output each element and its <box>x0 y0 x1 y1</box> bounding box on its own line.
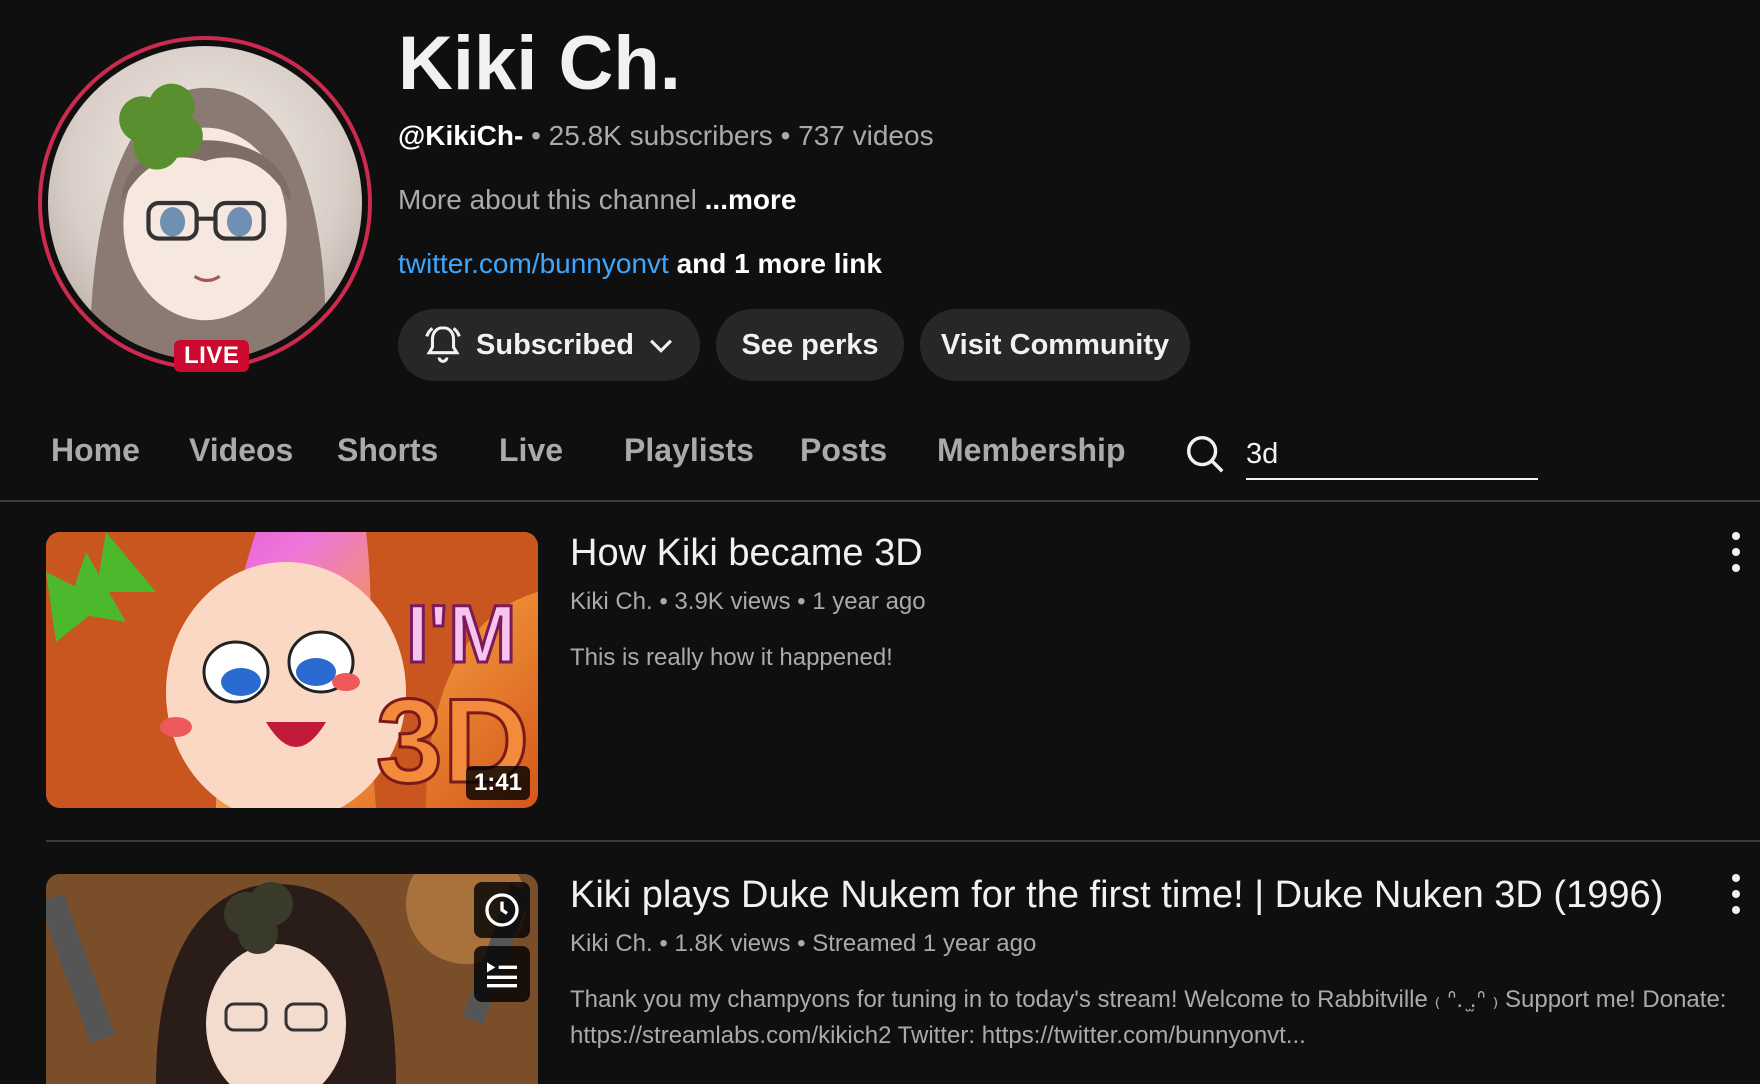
video-title[interactable]: How Kiki became 3D <box>570 532 923 575</box>
subscribed-label: Subscribed <box>476 328 634 361</box>
tab-playlists[interactable]: Playlists <box>624 432 754 469</box>
avatar-image <box>48 46 362 360</box>
video-item[interactable]: I'M 3D 1:41 How Kiki became 3D Kiki Ch. … <box>46 532 1760 842</box>
video-duration: 1:41 <box>465 766 530 800</box>
video-description: This is really how it happened! <box>570 644 893 671</box>
tab-posts[interactable]: Posts <box>800 432 887 469</box>
video-thumbnail[interactable] <box>46 874 538 1084</box>
about-text: More about this channel <box>398 184 705 215</box>
bell-icon <box>425 326 461 363</box>
see-perks-button[interactable]: See perks <box>716 309 904 381</box>
channel-meta: @KikiCh- • 25.8K subscribers • 737 video… <box>398 120 934 152</box>
watch-later-button[interactable] <box>474 882 530 938</box>
twitter-link[interactable]: twitter.com/bunnyonvt <box>398 248 669 279</box>
tab-home[interactable]: Home <box>51 432 140 469</box>
tab-videos[interactable]: Videos <box>189 432 293 469</box>
thumbnail-art: I'M 3D <box>46 532 538 808</box>
visit-community-button[interactable]: Visit Community <box>920 309 1190 381</box>
video-title[interactable]: Kiki plays Duke Nukem for the first time… <box>570 874 1663 917</box>
live-badge[interactable]: LIVE <box>174 340 250 372</box>
add-to-queue-button[interactable] <box>474 946 530 1002</box>
search-icon[interactable] <box>1182 431 1228 477</box>
queue-icon <box>487 962 517 988</box>
video-item[interactable]: Kiki plays Duke Nukem for the first time… <box>46 874 1760 1084</box>
video-thumbnail[interactable]: I'M 3D 1:41 <box>46 532 538 808</box>
video-description: Thank you my champyons for tuning in to … <box>570 986 1727 1049</box>
tab-membership[interactable]: Membership <box>937 432 1125 469</box>
subscribed-button[interactable]: Subscribed <box>398 309 700 381</box>
channel-stats: • 25.8K subscribers • 737 videos <box>523 120 934 151</box>
more-actions-icon[interactable] <box>1726 874 1746 914</box>
video-meta: Kiki Ch. • 3.9K views • 1 year ago <box>570 588 926 615</box>
tab-shorts[interactable]: Shorts <box>337 432 438 469</box>
channel-name: Kiki Ch. <box>398 21 681 106</box>
video-meta: Kiki Ch. • 1.8K views • Streamed 1 year … <box>570 930 1037 957</box>
more-links[interactable]: and 1 more link <box>669 248 882 279</box>
about-more-link[interactable]: ...more <box>705 184 797 215</box>
channel-handle: @KikiCh- <box>398 120 524 151</box>
thumbnail-art <box>46 874 538 1084</box>
chevron-down-icon <box>649 339 673 353</box>
channel-search-input[interactable] <box>1246 430 1538 480</box>
tab-live[interactable]: Live <box>499 432 563 469</box>
channel-avatar[interactable] <box>38 36 372 370</box>
thumb-text-im: I'M <box>406 589 517 680</box>
more-actions-icon[interactable] <box>1726 532 1746 572</box>
channel-about[interactable]: More about this channel ...more <box>398 184 796 216</box>
avatar-illustration <box>89 83 326 360</box>
channel-links: twitter.com/bunnyonvt and 1 more link <box>398 248 882 280</box>
clock-icon <box>485 893 519 927</box>
